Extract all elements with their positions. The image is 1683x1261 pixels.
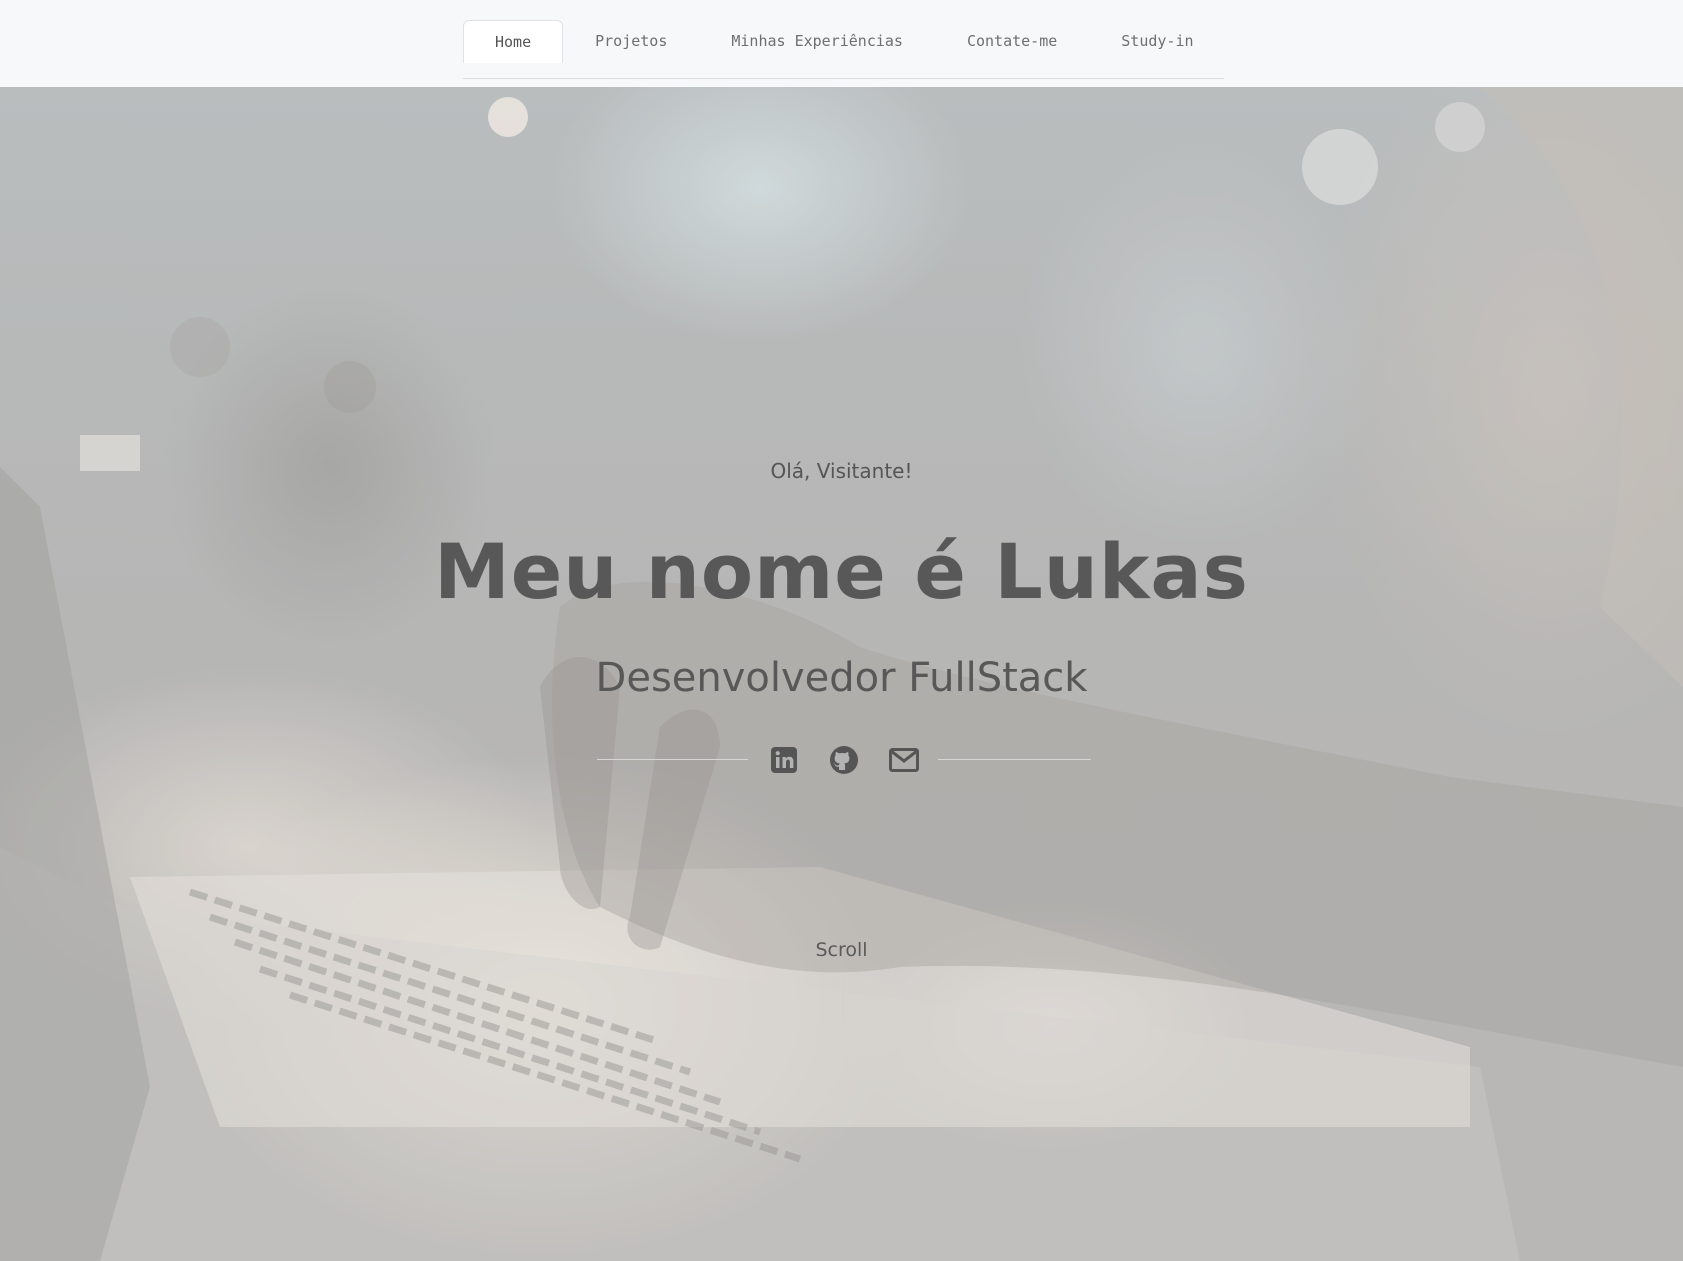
mail-icon[interactable] bbox=[888, 744, 920, 776]
hero-section: Olá, Visitante! Meu nome é Lukas Desenvo… bbox=[0, 87, 1683, 1261]
linkedin-icon[interactable] bbox=[768, 744, 800, 776]
tab-contate-me[interactable]: Contate-me bbox=[935, 20, 1089, 63]
top-navbar: Home Projetos Minhas Experiências Contat… bbox=[0, 0, 1683, 87]
scroll-indicator-line bbox=[843, 975, 844, 1022]
hero-title: Meu nome é Lukas bbox=[434, 527, 1249, 616]
tab-projetos[interactable]: Projetos bbox=[563, 20, 699, 63]
scroll-indicator-label[interactable]: Scroll bbox=[0, 939, 1683, 961]
nav-tabs: Home Projetos Minhas Experiências Contat… bbox=[463, 20, 1224, 79]
tab-minhas-experiencias[interactable]: Minhas Experiências bbox=[699, 20, 935, 63]
tab-home[interactable]: Home bbox=[463, 20, 564, 63]
social-divider-right bbox=[938, 759, 1091, 760]
social-divider-left bbox=[597, 759, 748, 760]
hero-greeting: Olá, Visitante! bbox=[770, 459, 913, 483]
hero-subtitle: Desenvolvedor FullStack bbox=[595, 655, 1088, 701]
tab-study-in[interactable]: Study-in bbox=[1089, 20, 1225, 63]
github-icon[interactable] bbox=[828, 744, 860, 776]
